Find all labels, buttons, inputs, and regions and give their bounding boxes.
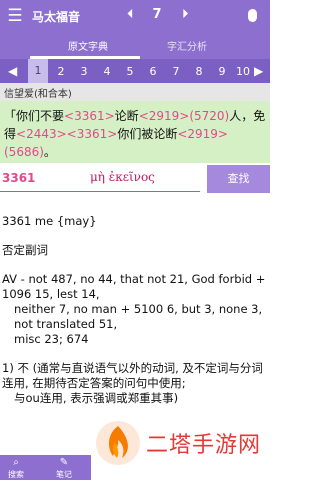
- top-bar: ☰ 马太福音 ⏴ 7 ⏵: [0, 0, 270, 33]
- verse-segment: 论断: [114, 109, 139, 123]
- microphone-icon[interactable]: [248, 9, 257, 22]
- tab-word-analysis[interactable]: 字汇分析: [137, 38, 237, 53]
- definition-pos: 否定副词: [2, 243, 48, 257]
- strong-ref-link[interactable]: <3361>: [64, 109, 115, 123]
- definition-text: misc 23; 674: [14, 332, 89, 346]
- bottom-label: 笔记: [56, 470, 72, 479]
- menu-icon[interactable]: ☰: [6, 7, 24, 25]
- search-icon: ⌕: [13, 457, 19, 468]
- verse-text: 「你们不要<3361>论断<2919>(5720)人，免得<2443><3361…: [0, 101, 270, 163]
- chapter-number[interactable]: 7: [149, 7, 165, 22]
- definition-entry: 3361 me {may}: [2, 214, 97, 228]
- tab-bar: 原文字典 字汇分析: [0, 33, 270, 59]
- verse-segment: 「你们不要: [4, 109, 65, 123]
- next-chapter-icon[interactable]: ⏵: [182, 7, 189, 22]
- verse-number[interactable]: 7: [166, 65, 186, 78]
- verse-number[interactable]: 5: [120, 65, 140, 78]
- definition-text: AV - not 487, no 44, that not 21, God fo…: [2, 272, 266, 301]
- definition-text: neither 7, no man + 5100 6, but 3, none …: [14, 302, 263, 331]
- watermark-overlay: 二塔手游网: [91, 412, 270, 480]
- bottom-search-button[interactable]: ⌕ 搜索: [0, 457, 32, 480]
- strong-number-input[interactable]: 3361: [2, 171, 35, 185]
- verse-segment: 你们被论断: [117, 127, 178, 141]
- tab-original-dictionary[interactable]: 原文字典: [38, 38, 138, 53]
- definition-text: 1) 不 (通常与直说语气以外的动词, 及不定词与分词连用, 在期待否定答案的问…: [2, 361, 263, 390]
- note-icon: ✎: [59, 457, 69, 468]
- strong-ref-link[interactable]: <2443><3361>: [16, 127, 117, 141]
- verse-selector: ◀ 1 2 3 4 5 6 7 8 9 10 ▶: [0, 59, 270, 83]
- bottom-label: 搜索: [8, 470, 24, 479]
- verse-right-icon[interactable]: ▶: [254, 64, 263, 78]
- strong-ref-link[interactable]: <2919>(5720): [139, 109, 230, 123]
- definition-text: 与ou连用, 表示强调或郑重其事): [14, 391, 179, 405]
- verse-number[interactable]: 8: [189, 65, 209, 78]
- input-underline: [0, 191, 200, 192]
- prev-chapter-icon[interactable]: ⏴: [127, 7, 134, 22]
- version-bar: 信望爱(和合本): [0, 83, 270, 101]
- bible-version[interactable]: 信望爱(和合本): [4, 85, 72, 100]
- watermark-logo-icon: [96, 421, 140, 465]
- definition-av: AV - not 487, no 44, that not 21, God fo…: [2, 272, 268, 347]
- bottom-note-button[interactable]: ✎ 笔记: [48, 457, 80, 480]
- verse-number[interactable]: 10: [233, 65, 253, 78]
- book-title[interactable]: 马太福音: [32, 8, 80, 25]
- verse-number[interactable]: 4: [97, 65, 117, 78]
- definition-panel: 3361 me {may} 否定副词 AV - not 487, no 44, …: [2, 214, 268, 406]
- verse-number[interactable]: 9: [212, 65, 232, 78]
- verse-number[interactable]: 3: [74, 65, 94, 78]
- verse-number[interactable]: 2: [51, 65, 71, 78]
- watermark-text: 二塔手游网: [146, 433, 262, 458]
- search-button[interactable]: 查找: [207, 165, 270, 193]
- verse-number[interactable]: 6: [143, 65, 163, 78]
- verse-left-icon[interactable]: ◀: [8, 64, 17, 78]
- greek-word: μὴ ἐκεῖνος: [90, 170, 155, 184]
- verse-number[interactable]: 1: [28, 59, 48, 83]
- lookup-row: 3361 μὴ ἐκεῖνος 查找: [0, 165, 270, 193]
- verse-segment: 。: [43, 145, 56, 159]
